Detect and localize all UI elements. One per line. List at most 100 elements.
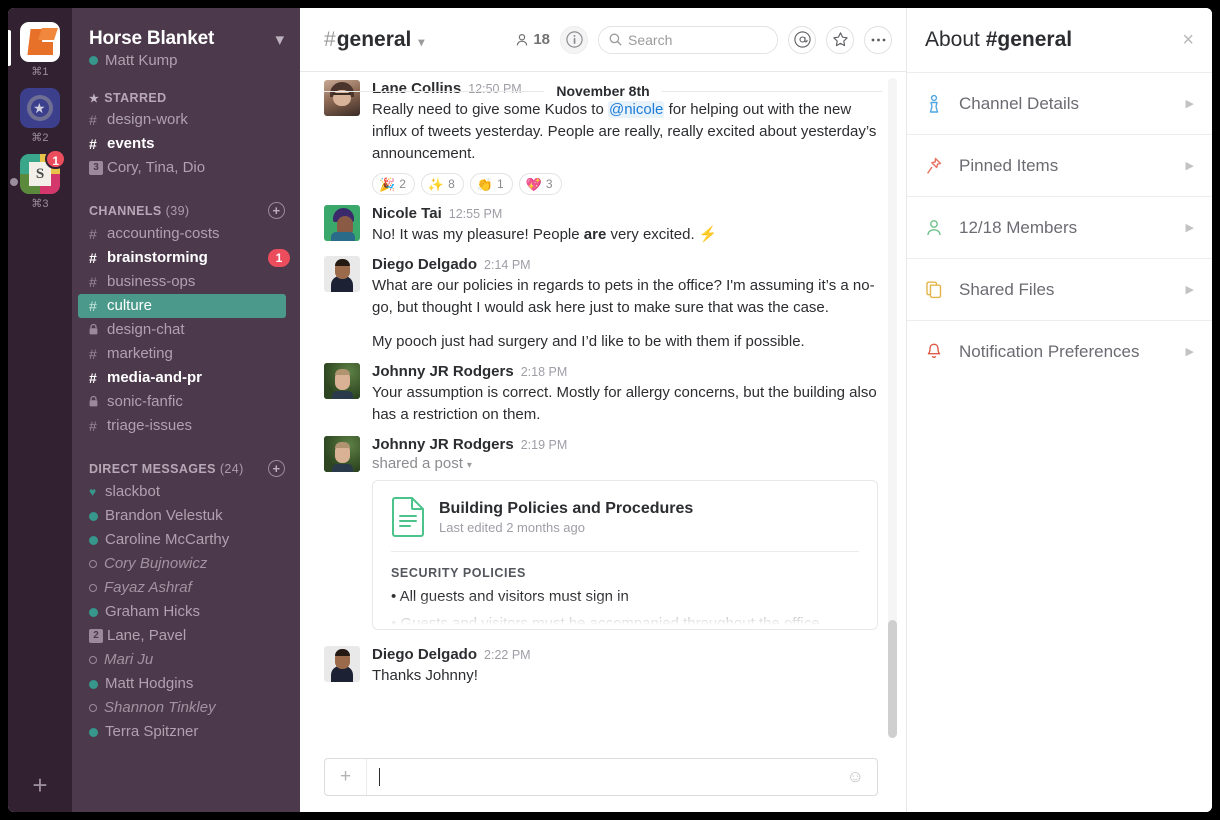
avatar[interactable] (324, 363, 360, 399)
details-row-label: Shared Files (959, 279, 1055, 299)
close-icon[interactable]: × (1182, 30, 1194, 50)
message-timestamp[interactable]: 2:18 PM (521, 363, 568, 381)
sidebar-item-events[interactable]: # events (72, 132, 300, 156)
member-count-button[interactable]: 18 (515, 31, 550, 48)
search-box[interactable] (598, 25, 778, 54)
sidebar-item-shannon-tinkley[interactable]: Shannon Tinkley (72, 696, 300, 720)
composer-box[interactable]: + ☺ (324, 758, 878, 796)
star-icon: ★ (89, 92, 100, 105)
current-user[interactable]: Matt Kump (72, 50, 300, 69)
message-author[interactable]: Johnny JR Rodgers (372, 436, 514, 454)
message-author[interactable]: Diego Delgado (372, 646, 477, 664)
reaction-pill[interactable]: ✨ 8 (420, 173, 464, 195)
workspace-switcher-3[interactable]: 1 S ⌘3 (8, 149, 72, 210)
message-timestamp[interactable]: 2:22 PM (484, 646, 531, 664)
reaction-list: 🎉 2 ✨ 8 👏 1 💖 3 (372, 173, 878, 195)
message-body: Nicole Tai 12:55 PM No! It was my pleasu… (372, 205, 878, 246)
sidebar-item-brainstorming[interactable]: # brainstorming 1 (72, 246, 300, 270)
hash-icon: # (324, 27, 336, 51)
sidebar-item-sonic-fanfic[interactable]: sonic-fanfic (72, 390, 300, 414)
add-channel-button[interactable]: + (268, 202, 285, 219)
message-input[interactable] (367, 768, 847, 786)
reaction-pill[interactable]: 💖 3 (518, 173, 562, 195)
search-input[interactable] (628, 31, 758, 48)
sidebar-item-matt-hodgins[interactable]: Matt Hodgins (72, 672, 300, 696)
add-dm-button[interactable]: + (268, 460, 285, 477)
more-options-button[interactable] (864, 25, 892, 54)
add-workspace-button[interactable]: + (8, 772, 72, 798)
sidebar-item-fayaz-ashraf[interactable]: Fayaz Ashraf (72, 576, 300, 600)
hash-icon: # (89, 112, 97, 128)
sidebar-item-caroline-mccarthy[interactable]: Caroline McCarthy (72, 528, 300, 552)
details-row-members[interactable]: 12/18 Members ▶ (907, 196, 1212, 258)
message-scrollbar-track[interactable] (888, 78, 897, 738)
message-author[interactable]: Nicole Tai (372, 205, 442, 223)
message-text: What are our policies in regards to pets… (372, 277, 875, 316)
starred-section-header[interactable]: ★ STARRED (72, 91, 300, 105)
details-row-channel-details[interactable]: Channel Details ▶ (907, 72, 1212, 134)
team-menu-button[interactable]: Horse Blanket ▾ (72, 8, 300, 50)
add-attachment-button[interactable]: + (325, 759, 367, 795)
dms-section-header[interactable]: DIRECT MESSAGES (24) + (72, 460, 300, 477)
workspace-logo-1 (20, 22, 60, 62)
chevron-down-icon: ▾ (466, 460, 472, 471)
sidebar-item-label: Cory, Tina, Dio (107, 159, 206, 176)
details-row-notification-preferences[interactable]: Notification Preferences ▶ (907, 320, 1212, 382)
sidebar-item-culture[interactable]: # culture (78, 294, 286, 318)
sidebar-item-group-lane-pavel[interactable]: 2 Lane, Pavel (72, 624, 300, 648)
sidebar-item-group-cory-tina-dio[interactable]: 3 Cory, Tina, Dio (72, 156, 300, 180)
message-timestamp[interactable]: 12:55 PM (449, 205, 503, 223)
sidebar-item-triage-issues[interactable]: # triage-issues (72, 414, 300, 438)
file-title[interactable]: Building Policies and Procedures (439, 500, 693, 518)
workspace-switcher-1[interactable]: ⌘1 (8, 22, 72, 78)
avatar[interactable] (324, 256, 360, 292)
message-timestamp[interactable]: 2:14 PM (484, 256, 531, 274)
message-author[interactable]: Johnny JR Rodgers (372, 363, 514, 381)
shared-post-label[interactable]: shared a post ▾ (372, 455, 878, 472)
chevron-right-icon: ▶ (1185, 222, 1194, 234)
details-row-shared-files[interactable]: Shared Files ▶ (907, 258, 1212, 320)
user-mention[interactable]: @nicole (607, 101, 665, 118)
reaction-pill[interactable]: 👏 1 (469, 173, 513, 195)
mentions-button[interactable] (788, 25, 816, 54)
sidebar-item-label: brainstorming (107, 249, 208, 266)
channel-info-button[interactable] (560, 25, 588, 54)
sidebar-item-media-and-pr[interactable]: # media-and-pr (72, 366, 300, 390)
sidebar-item-marketing[interactable]: # marketing (72, 342, 300, 366)
at-icon (793, 31, 811, 48)
channels-section-header[interactable]: CHANNELS (39) + (72, 202, 300, 219)
sidebar-item-slackbot[interactable]: ♥ slackbot (72, 480, 300, 504)
presence-dot (89, 56, 98, 65)
sidebar-item-cory-bujnowicz[interactable]: Cory Bujnowicz (72, 552, 300, 576)
sidebar-item-accounting-costs[interactable]: # accounting-costs (72, 222, 300, 246)
starred-items-button[interactable] (826, 25, 854, 54)
reaction-pill[interactable]: 🎉 2 (372, 173, 415, 195)
sidebar-item-terra-spitzner[interactable]: Terra Spitzner (72, 720, 300, 744)
avatar[interactable] (324, 646, 360, 682)
presence-dot-away (89, 656, 97, 664)
message-scrollbar-thumb[interactable] (888, 620, 897, 738)
presence-dot-online (89, 535, 98, 545)
details-row-pinned-items[interactable]: Pinned Items ▶ (907, 134, 1212, 196)
sidebar-item-brandon-velestuk[interactable]: Brandon Velestuk (72, 504, 300, 528)
sidebar-item-design-chat[interactable]: design-chat (72, 318, 300, 342)
channel-title[interactable]: # general ▾ (324, 28, 424, 52)
sidebar-item-graham-hicks[interactable]: Graham Hicks (72, 600, 300, 624)
sidebar-item-label: slackbot (105, 483, 161, 500)
workspace-switcher-2[interactable]: ★ ⌘2 (8, 88, 72, 144)
file-attachment-card[interactable]: Building Policies and Procedures Last ed… (372, 480, 878, 630)
avatar[interactable] (324, 436, 360, 472)
emoji-button[interactable]: ☺ (847, 767, 877, 787)
workspace-badge-3: 1 (45, 149, 66, 169)
message-author[interactable]: Diego Delgado (372, 256, 477, 274)
presence-dot-online (89, 679, 98, 689)
sidebar-item-label: Fayaz Ashraf (104, 579, 192, 596)
sidebar-item-design-work[interactable]: # design-work (72, 108, 300, 132)
message-scroller: Lane Collins 12:50 PM Really need to giv… (324, 72, 878, 689)
sidebar-item-mari-ju[interactable]: Mari Ju (72, 648, 300, 672)
sidebar-item-business-ops[interactable]: # business-ops (72, 270, 300, 294)
channel-name: general (336, 27, 412, 51)
details-header: About #general × (907, 8, 1212, 72)
message-timestamp[interactable]: 2:19 PM (521, 436, 568, 454)
avatar[interactable] (324, 205, 360, 241)
